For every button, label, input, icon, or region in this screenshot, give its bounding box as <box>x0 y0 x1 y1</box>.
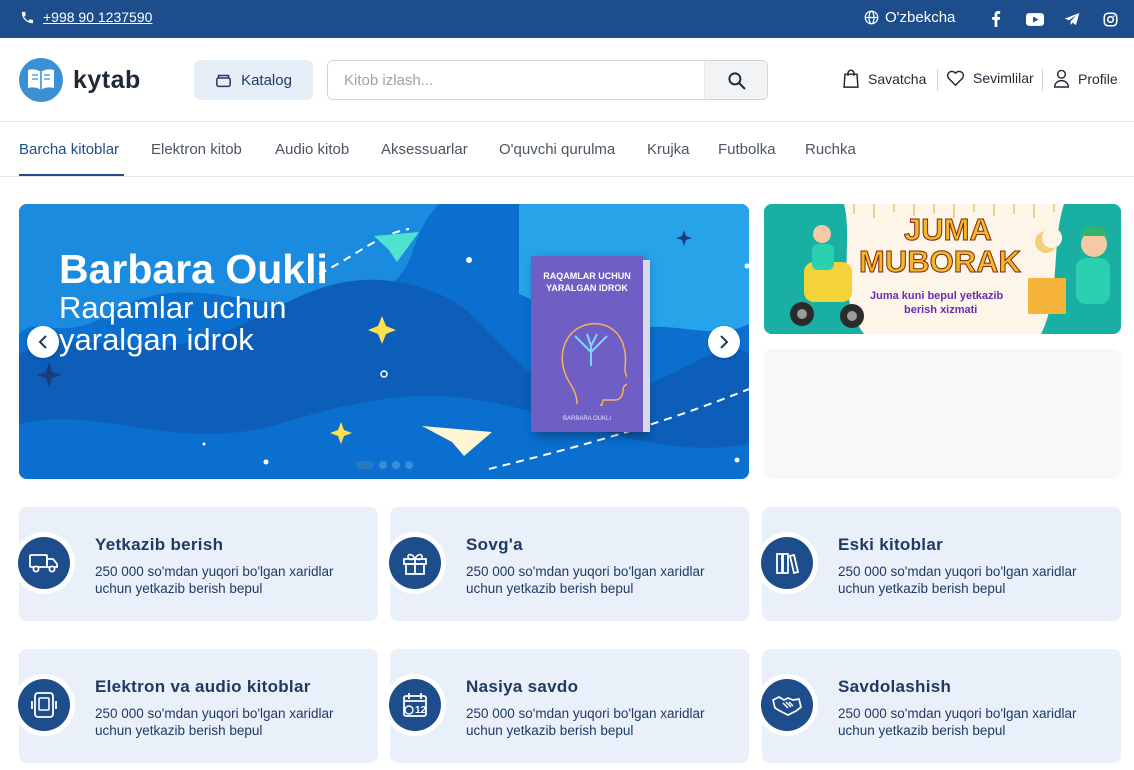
active-tab-indicator <box>19 174 124 176</box>
feature-icon-wrap <box>756 674 818 736</box>
gift-icon <box>389 537 441 589</box>
tab-krujka[interactable]: Krujka <box>647 141 690 158</box>
books-icon <box>761 537 813 589</box>
feature-icon-wrap <box>13 674 75 736</box>
cart-label[interactable]: Savatcha <box>868 71 926 87</box>
search-input[interactable] <box>328 61 704 99</box>
feature-icon-wrap: 12 <box>384 674 446 736</box>
telegram-icon[interactable] <box>1063 10 1081 28</box>
book-cover-title: RAQAMLAR UCHUN YARALGAN IDROK <box>543 271 631 293</box>
feature-description: 250 000 so'mdan yuqori bo'lgan xaridlar … <box>466 706 705 738</box>
chevron-left-icon <box>38 335 47 349</box>
feature-title: Savdolashish <box>838 677 952 696</box>
feature-description: 250 000 so'mdan yuqori bo'lgan xaridlar … <box>838 564 1077 596</box>
feature-title: Yetkazib berish <box>95 535 224 554</box>
profile-label[interactable]: Profile <box>1078 71 1118 87</box>
search-bar <box>327 60 768 100</box>
heart-icon <box>946 70 965 86</box>
book-cover-author: BARBARA OUKLI <box>562 416 612 422</box>
promo-title-line1: JUMA <box>904 212 993 248</box>
top-bar: +998 90 1237590 O'zbekcha <box>0 0 1134 38</box>
feature-title: Nasiya savdo <box>466 677 579 696</box>
tab-elektron-kitob[interactable]: Elektron kitob <box>151 141 242 158</box>
logo-text: kytab <box>73 65 141 94</box>
user-icon <box>1053 69 1070 88</box>
promo-banner[interactable]: JUMA MUBORAK Juma kuni bepul yetkazib be… <box>764 204 1121 334</box>
feature-description: 250 000 so'mdan yuqori bo'lgan xaridlar … <box>95 706 334 738</box>
tab-barcha-kitoblar[interactable]: Barcha kitoblar <box>19 141 119 158</box>
tab-futbolka[interactable]: Futbolka <box>718 141 776 158</box>
shopping-bag-icon <box>843 69 859 88</box>
promo-text-line1: Juma kuni bepul yetkazib <box>870 290 1004 302</box>
language-label[interactable]: O'zbekcha <box>885 9 955 26</box>
feature-title: Sovg'a <box>466 535 523 554</box>
feature-description: 250 000 so'mdan yuqori bo'lgan xaridlar … <box>838 706 1077 738</box>
hero-title: Barbara Oukli <box>59 246 328 292</box>
divider <box>937 69 938 91</box>
carousel-dots <box>356 461 413 469</box>
search-icon <box>727 71 745 89</box>
feature-title: Elektron va audio kitoblar <box>95 677 311 696</box>
handshake-icon <box>761 679 813 731</box>
feature-card[interactable]: Sovg'a 250 000 so'mdan yuqori bo'lgan xa… <box>384 507 749 621</box>
feature-card[interactable]: Yetkazib berish 250 000 so'mdan yuqori b… <box>13 507 378 621</box>
tab-ruchka[interactable]: Ruchka <box>805 141 856 158</box>
banner-placeholder <box>764 349 1121 479</box>
phone-link[interactable]: +998 90 1237590 <box>20 9 152 25</box>
header: kytab Katalog Savatcha Sevimlilar Profil… <box>0 38 1134 122</box>
feature-title: Eski kitoblar <box>838 535 943 554</box>
chevron-right-icon <box>720 335 729 349</box>
cart-link[interactable]: Savatcha <box>842 69 926 88</box>
search-button[interactable] <box>704 61 767 99</box>
feature-card[interactable]: Elektron va audio kitoblar 250 000 so'md… <box>13 649 378 763</box>
profile-link[interactable]: Profile <box>1053 69 1118 88</box>
favorites-link[interactable]: Sevimlilar <box>946 69 1034 86</box>
feature-icon-wrap <box>756 532 818 594</box>
globe-icon <box>864 10 879 25</box>
carousel-dot[interactable] <box>392 461 400 469</box>
feature-icon-wrap <box>13 532 75 594</box>
logo[interactable]: kytab <box>19 58 141 102</box>
catalog-icon <box>216 74 231 87</box>
promo-text-line2: berish xizmati <box>904 304 978 316</box>
carousel-dot[interactable] <box>379 461 387 469</box>
tab-aksessuarlar[interactable]: Aksessuarlar <box>381 141 468 158</box>
feature-description: 250 000 so'mdan yuqori bo'lgan xaridlar … <box>466 564 705 596</box>
feature-card[interactable]: Eski kitoblar 250 000 so'mdan yuqori bo'… <box>756 507 1121 621</box>
phone-number[interactable]: +998 90 1237590 <box>43 9 152 25</box>
book-spine <box>643 260 650 432</box>
book-logo-icon <box>19 58 63 102</box>
svg-text:12: 12 <box>415 705 427 716</box>
instagram-icon[interactable] <box>1101 10 1119 28</box>
hero-next-button[interactable] <box>708 326 740 358</box>
ebook-icon <box>18 679 70 731</box>
hero-prev-button[interactable] <box>27 326 59 358</box>
language-selector[interactable]: O'zbekcha <box>864 9 955 26</box>
phone-icon <box>21 11 34 23</box>
feature-description: 250 000 so'mdan yuqori bo'lgan xaridlar … <box>95 564 334 596</box>
hero-banner[interactable]: Barbara Oukli Raqamlar uchun yaralgan id… <box>19 204 749 479</box>
youtube-icon[interactable] <box>1025 10 1045 28</box>
carousel-dot[interactable] <box>405 461 413 469</box>
category-nav: Barcha kitoblar Elektron kitob Audio kit… <box>0 122 1134 177</box>
katalog-button[interactable]: Katalog <box>194 60 313 100</box>
favorites-label[interactable]: Sevimlilar <box>973 70 1034 86</box>
tab-oquvchi-qurulma[interactable]: O'quvchi qurulma <box>499 141 615 158</box>
feature-card[interactable]: 12 Nasiya savdo 250 000 so'mdan yuqori b… <box>384 649 749 763</box>
hero-subtitle-line1: Raqamlar uchun <box>59 290 287 325</box>
book-cover[interactable]: RAQAMLAR UCHUN YARALGAN IDROK BARBARA OU… <box>531 256 650 432</box>
promo-title-line2: MUBORAK <box>859 244 1022 280</box>
tab-audio-kitob[interactable]: Audio kitob <box>275 141 349 158</box>
truck-icon <box>18 537 70 589</box>
calendar-money-icon: 12 <box>389 679 441 731</box>
katalog-label: Katalog <box>241 71 292 89</box>
carousel-dot[interactable] <box>356 461 374 469</box>
feature-card[interactable]: Savdolashish 250 000 so'mdan yuqori bo'l… <box>756 649 1121 763</box>
feature-icon-wrap <box>384 532 446 594</box>
facebook-icon[interactable] <box>987 10 1005 28</box>
divider <box>1042 69 1043 91</box>
hero-subtitle-line2: yaralgan idrok <box>59 322 254 357</box>
head-silhouette-icon <box>561 322 627 406</box>
